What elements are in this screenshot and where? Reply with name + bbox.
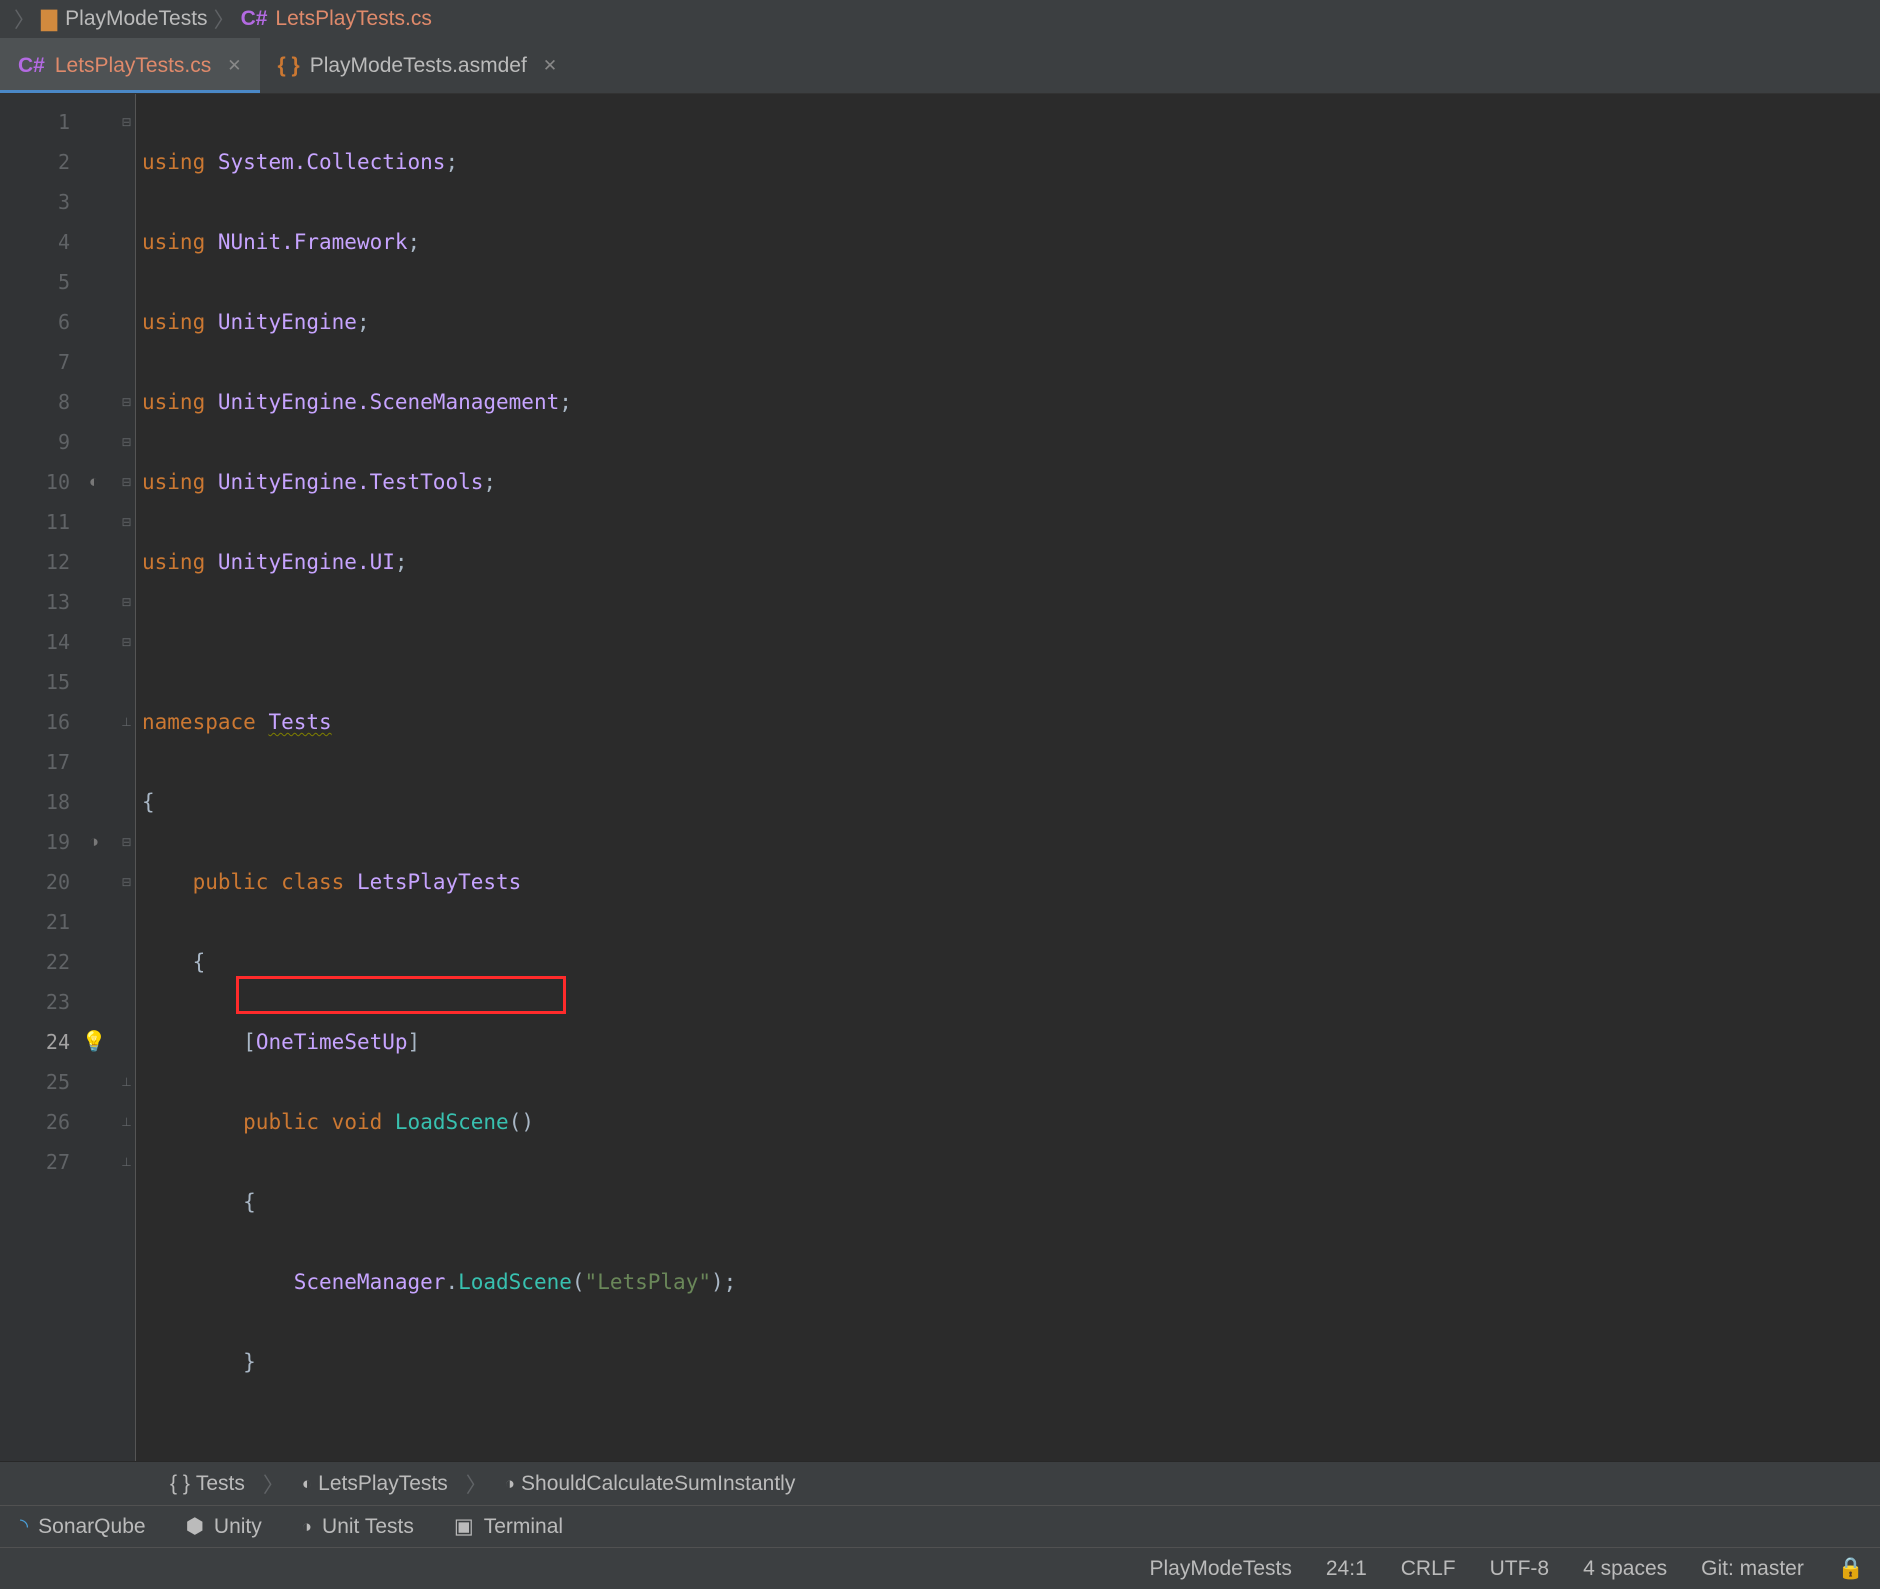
folder-icon: ▇ bbox=[41, 7, 57, 32]
fold-marker[interactable]: ⊟ bbox=[118, 862, 135, 902]
top-breadcrumb: 〉 ▇ PlayModeTests 〉 C# LetsPlayTests.cs bbox=[0, 0, 1880, 38]
fold-end[interactable]: ⊥ bbox=[118, 702, 135, 742]
chevron-right-icon: 〉 bbox=[263, 1469, 284, 1499]
line-number: 12 bbox=[0, 542, 70, 582]
breadcrumb-namespace[interactable]: Tests bbox=[196, 1472, 245, 1496]
line-number: 10 bbox=[0, 462, 70, 502]
usage-icon[interactable]: ◐ bbox=[70, 462, 118, 502]
line-number: 11 bbox=[0, 502, 70, 542]
line-number: 1 bbox=[0, 102, 70, 142]
toolwindow-unity[interactable]: ⬢ Unity bbox=[186, 1514, 262, 1539]
chevron-right-icon: 〉 bbox=[14, 4, 35, 34]
status-context[interactable]: PlayModeTests bbox=[1149, 1557, 1291, 1581]
fold-gutter: ⊟ ⊟ ⊟ ⊟ ⊟ ⊟ ⊟ ⊥ ⊟ ⊟ ⊥ ⊥ ⊥ bbox=[118, 94, 136, 1461]
fold-end[interactable]: ⊥ bbox=[118, 1142, 135, 1182]
fold-marker[interactable]: ⊟ bbox=[118, 502, 135, 542]
tab-label: LetsPlayTests.cs bbox=[55, 54, 211, 78]
braces-icon: { } bbox=[278, 54, 300, 78]
line-number: 17 bbox=[0, 742, 70, 782]
status-bar: PlayModeTests 24:1 CRLF UTF-8 4 spaces G… bbox=[0, 1547, 1880, 1589]
line-number: 9 bbox=[0, 422, 70, 462]
line-number: 13 bbox=[0, 582, 70, 622]
line-number: 19 bbox=[0, 822, 70, 862]
toolwindow-sonarqube[interactable]: ◝ SonarQube bbox=[20, 1514, 146, 1539]
toolwindow-terminal[interactable]: ▣ Terminal bbox=[454, 1514, 563, 1539]
line-number: 7 bbox=[0, 342, 70, 382]
icon-gutter: ◐ ◑ 💡 bbox=[70, 94, 118, 1461]
class-icon: ◐ bbox=[302, 1474, 312, 1494]
line-number: 15 bbox=[0, 662, 70, 702]
line-number: 4 bbox=[0, 222, 70, 262]
tool-window-bar: ◝ SonarQube ⬢ Unity ◑ Unit Tests ▣ Termi… bbox=[0, 1505, 1880, 1547]
line-number: 2 bbox=[0, 142, 70, 182]
usage-icon[interactable]: ◑ bbox=[70, 822, 118, 862]
line-number: 3 bbox=[0, 182, 70, 222]
line-number: 27 bbox=[0, 1142, 70, 1182]
method-icon: ◑ bbox=[505, 1474, 515, 1494]
breadcrumb-file-label: LetsPlayTests.cs bbox=[275, 7, 431, 31]
highlight-box bbox=[236, 976, 566, 1014]
tab-playmodetests-asmdef[interactable]: { } PlayModeTests.asmdef ✕ bbox=[260, 38, 576, 93]
lightbulb-icon[interactable]: 💡 bbox=[70, 1022, 118, 1062]
breadcrumb-folder[interactable]: ▇ PlayModeTests bbox=[41, 7, 208, 32]
status-git[interactable]: Git: master bbox=[1701, 1557, 1804, 1581]
line-number: 21 bbox=[0, 902, 70, 942]
chevron-right-icon: 〉 bbox=[214, 4, 235, 34]
line-number: 26 bbox=[0, 1102, 70, 1142]
line-number: 23 bbox=[0, 982, 70, 1022]
tests-icon: ◑ bbox=[302, 1517, 312, 1537]
line-number: 6 bbox=[0, 302, 70, 342]
breadcrumb-file[interactable]: C# LetsPlayTests.cs bbox=[241, 7, 432, 31]
close-icon[interactable]: ✕ bbox=[227, 56, 241, 76]
fold-marker[interactable]: ⊟ bbox=[118, 382, 135, 422]
lock-icon[interactable]: 🔒 bbox=[1838, 1557, 1864, 1581]
line-number: 14 bbox=[0, 622, 70, 662]
line-number: 8 bbox=[0, 382, 70, 422]
code-area[interactable]: using System.Collections; using NUnit.Fr… bbox=[136, 94, 1880, 1461]
fold-marker[interactable]: ⊟ bbox=[118, 582, 135, 622]
breadcrumb-folder-label: PlayModeTests bbox=[65, 7, 207, 31]
fold-end[interactable]: ⊥ bbox=[118, 1062, 135, 1102]
fold-marker[interactable]: ⊟ bbox=[118, 462, 135, 502]
csharp-icon: C# bbox=[241, 7, 268, 31]
line-number: 5 bbox=[0, 262, 70, 302]
fold-marker[interactable]: ⊟ bbox=[118, 422, 135, 462]
status-indent[interactable]: 4 spaces bbox=[1583, 1557, 1667, 1581]
fold-marker[interactable]: ⊟ bbox=[118, 102, 135, 142]
namespace-icon: { } bbox=[170, 1472, 190, 1496]
tab-bar: C# LetsPlayTests.cs ✕ { } PlayModeTests.… bbox=[0, 38, 1880, 94]
toolwindow-unit-tests[interactable]: ◑ Unit Tests bbox=[302, 1515, 414, 1539]
chevron-right-icon: 〉 bbox=[466, 1469, 487, 1499]
editor: 1 2 3 4 5 6 7 8 9 10 11 12 13 14 15 16 1… bbox=[0, 94, 1880, 1461]
status-cursor-position[interactable]: 24:1 bbox=[1326, 1557, 1367, 1581]
csharp-icon: C# bbox=[18, 54, 45, 78]
line-number: 16 bbox=[0, 702, 70, 742]
status-encoding[interactable]: UTF-8 bbox=[1490, 1557, 1550, 1581]
fold-end[interactable]: ⊥ bbox=[118, 1102, 135, 1142]
close-icon[interactable]: ✕ bbox=[543, 56, 557, 76]
line-number: 20 bbox=[0, 862, 70, 902]
line-number: 18 bbox=[0, 782, 70, 822]
line-number: 22 bbox=[0, 942, 70, 982]
breadcrumb-class[interactable]: LetsPlayTests bbox=[318, 1472, 448, 1496]
fold-marker[interactable]: ⊟ bbox=[118, 822, 135, 862]
terminal-icon: ▣ bbox=[454, 1514, 474, 1539]
fold-marker[interactable]: ⊟ bbox=[118, 622, 135, 662]
tab-letsplaytests[interactable]: C# LetsPlayTests.cs ✕ bbox=[0, 38, 260, 93]
line-number-gutter: 1 2 3 4 5 6 7 8 9 10 11 12 13 14 15 16 1… bbox=[0, 94, 70, 1461]
tab-label: PlayModeTests.asmdef bbox=[310, 54, 527, 78]
line-number: 25 bbox=[0, 1062, 70, 1102]
line-number: 24 bbox=[0, 1022, 70, 1062]
unity-icon: ⬢ bbox=[186, 1514, 204, 1539]
sonarqube-icon: ◝ bbox=[20, 1514, 28, 1539]
status-line-ending[interactable]: CRLF bbox=[1401, 1557, 1456, 1581]
breadcrumb-method[interactable]: ShouldCalculateSumInstantly bbox=[521, 1472, 795, 1496]
member-breadcrumb: { } Tests 〉 ◐ LetsPlayTests 〉 ◑ ShouldCa… bbox=[0, 1461, 1880, 1505]
